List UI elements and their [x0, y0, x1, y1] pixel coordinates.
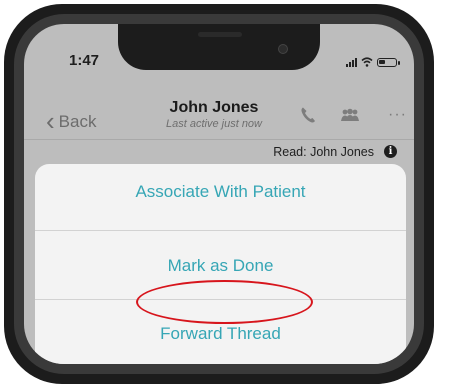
status-icons — [346, 55, 400, 67]
associate-with-patient-button[interactable]: Associate With Patient — [35, 164, 406, 220]
action-divider — [35, 299, 406, 300]
action-sheet: Associate With Patient Mark as Done Forw… — [35, 164, 406, 364]
notch — [118, 24, 320, 70]
back-button[interactable]: ‹ Back — [46, 103, 97, 136]
header-divider — [24, 139, 414, 140]
phone-screen: 1:47 ‹ Back John Jones Last active just n… — [24, 24, 414, 364]
more-icon[interactable]: ··· — [388, 106, 407, 124]
front-camera — [278, 44, 288, 54]
back-label: Back — [58, 112, 97, 131]
last-active-status: Last active just now — [166, 118, 262, 130]
signal-icon — [346, 58, 357, 67]
speaker-grille — [198, 32, 242, 37]
people-icon[interactable] — [340, 108, 360, 122]
mark-as-done-button[interactable]: Mark as Done — [35, 238, 406, 294]
wifi-icon — [361, 57, 373, 67]
battery-icon — [377, 58, 400, 67]
contact-name[interactable]: John Jones — [144, 99, 284, 117]
phone-icon[interactable] — [300, 106, 316, 124]
status-time: 1:47 — [69, 52, 100, 69]
phone-frame: 1:47 ‹ Back John Jones Last active just n… — [4, 4, 434, 384]
read-receipt: Read: John Jones — [273, 145, 374, 159]
info-icon[interactable]: i — [384, 145, 397, 158]
conversation-header: ‹ Back John Jones Last active just now ··… — [24, 94, 414, 138]
forward-thread-button[interactable]: Forward Thread — [35, 306, 406, 362]
chevron-left-icon: ‹ — [46, 106, 55, 136]
read-receipt-row: Read: John Jones i — [24, 142, 414, 164]
action-divider — [35, 230, 406, 231]
